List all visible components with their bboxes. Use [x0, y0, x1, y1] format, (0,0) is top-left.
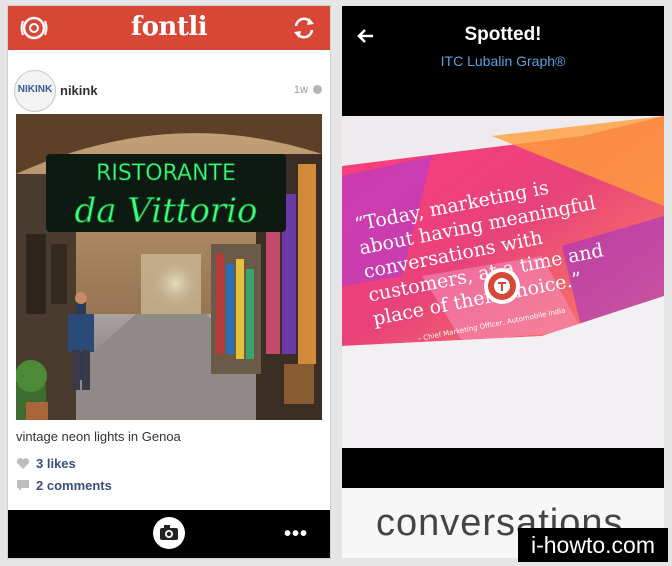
likes-row[interactable]: 3 likes	[16, 456, 76, 471]
font-tag-marker[interactable]	[484, 268, 520, 304]
neon-sign-bottom: da Vittorio	[74, 191, 257, 231]
app-logo: fontli	[130, 12, 208, 42]
refresh-icon	[294, 17, 314, 39]
clock-icon	[313, 84, 322, 94]
font-name-link[interactable]: ITC Lubalin Graph®	[342, 53, 664, 69]
avatar-text: NIKINK	[17, 84, 53, 95]
spotted-detail-screen: Spotted! ITC Lubalin Graph® “Today, mark…	[342, 6, 664, 558]
heart-icon	[16, 458, 30, 470]
watermark: i-howto.com	[518, 528, 668, 562]
detail-header: Spotted! ITC Lubalin Graph®	[342, 6, 664, 116]
post-time-text: 1w	[293, 84, 308, 96]
likes-count: 3 likes	[36, 456, 76, 471]
photo-spacer	[342, 448, 664, 488]
genoa-arcade-photo: RISTORANTE da Vittorio	[16, 114, 322, 420]
comments-count: 2 comments	[36, 478, 112, 493]
detail-title: Spotted!	[464, 24, 542, 45]
more-menu-button[interactable]: •••	[284, 523, 308, 546]
post-time: 1w	[294, 84, 322, 96]
post-photo[interactable]: RISTORANTE da Vittorio	[16, 114, 322, 420]
fontli-feed-screen: fontli NIKINK nikink 1w RISTORANTE da Vi…	[8, 6, 330, 558]
neon-sign-top: RISTORANTE	[96, 161, 236, 186]
username[interactable]: nikink	[60, 83, 98, 98]
post-header: NIKINK nikink 1w	[8, 58, 330, 114]
comment-icon	[17, 480, 29, 492]
comments-row[interactable]: 2 comments	[16, 478, 112, 493]
poster-photo: “Today, marketing is about having meanin…	[342, 116, 664, 448]
top-bar: fontli	[8, 6, 330, 50]
refresh-button[interactable]	[290, 15, 318, 41]
spotted-photo[interactable]: “Today, marketing is about having meanin…	[342, 116, 664, 448]
bottom-toolbar: •••	[8, 510, 330, 558]
camera-icon	[160, 525, 178, 540]
avatar[interactable]: NIKINK	[14, 70, 56, 112]
camera-button[interactable]	[153, 517, 185, 549]
post-caption: vintage neon lights in Genoa	[16, 429, 181, 444]
